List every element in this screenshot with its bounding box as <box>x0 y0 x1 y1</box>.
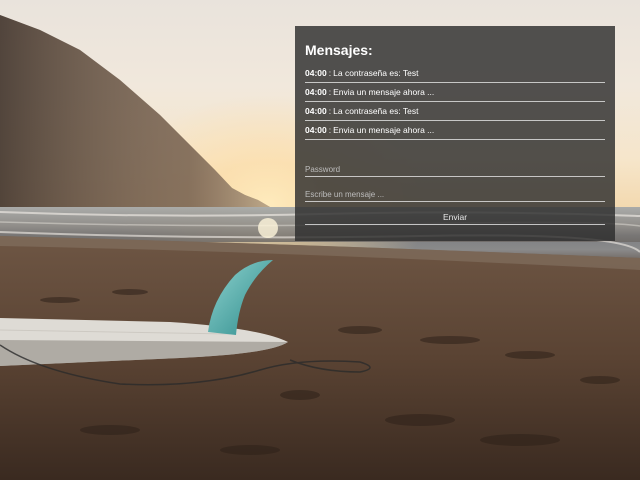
send-button[interactable]: Enviar <box>305 212 605 225</box>
message-time: 04:00 <box>305 125 327 135</box>
message-text: Envia un mensaje ahora ... <box>333 125 435 135</box>
password-input[interactable] <box>305 164 605 177</box>
message-time: 04:00 <box>305 87 327 97</box>
message-item: 04:00: La contraseña es: Test <box>305 65 605 83</box>
message-text: Envia un mensaje ahora ... <box>333 87 435 97</box>
message-separator: : <box>328 87 332 97</box>
message-time: 04:00 <box>305 106 327 116</box>
message-input[interactable] <box>305 189 605 202</box>
message-separator: : <box>328 125 332 135</box>
message-item: 04:00: Envia un mensaje ahora ... <box>305 122 605 140</box>
message-item: 04:00: La contraseña es: Test <box>305 103 605 121</box>
message-item: 04:00: Envia un mensaje ahora ... <box>305 84 605 102</box>
message-text: La contraseña es: Test <box>333 106 419 116</box>
message-text: La contraseña es: Test <box>333 68 419 78</box>
message-time: 04:00 <box>305 68 327 78</box>
chat-panel: Mensajes: 04:00: La contraseña es: Test 0… <box>295 26 615 241</box>
message-separator: : <box>328 68 332 78</box>
message-separator: : <box>328 106 332 116</box>
message-list: 04:00: La contraseña es: Test 04:00: Envia… <box>305 65 605 140</box>
panel-title: Mensajes: <box>305 42 373 58</box>
